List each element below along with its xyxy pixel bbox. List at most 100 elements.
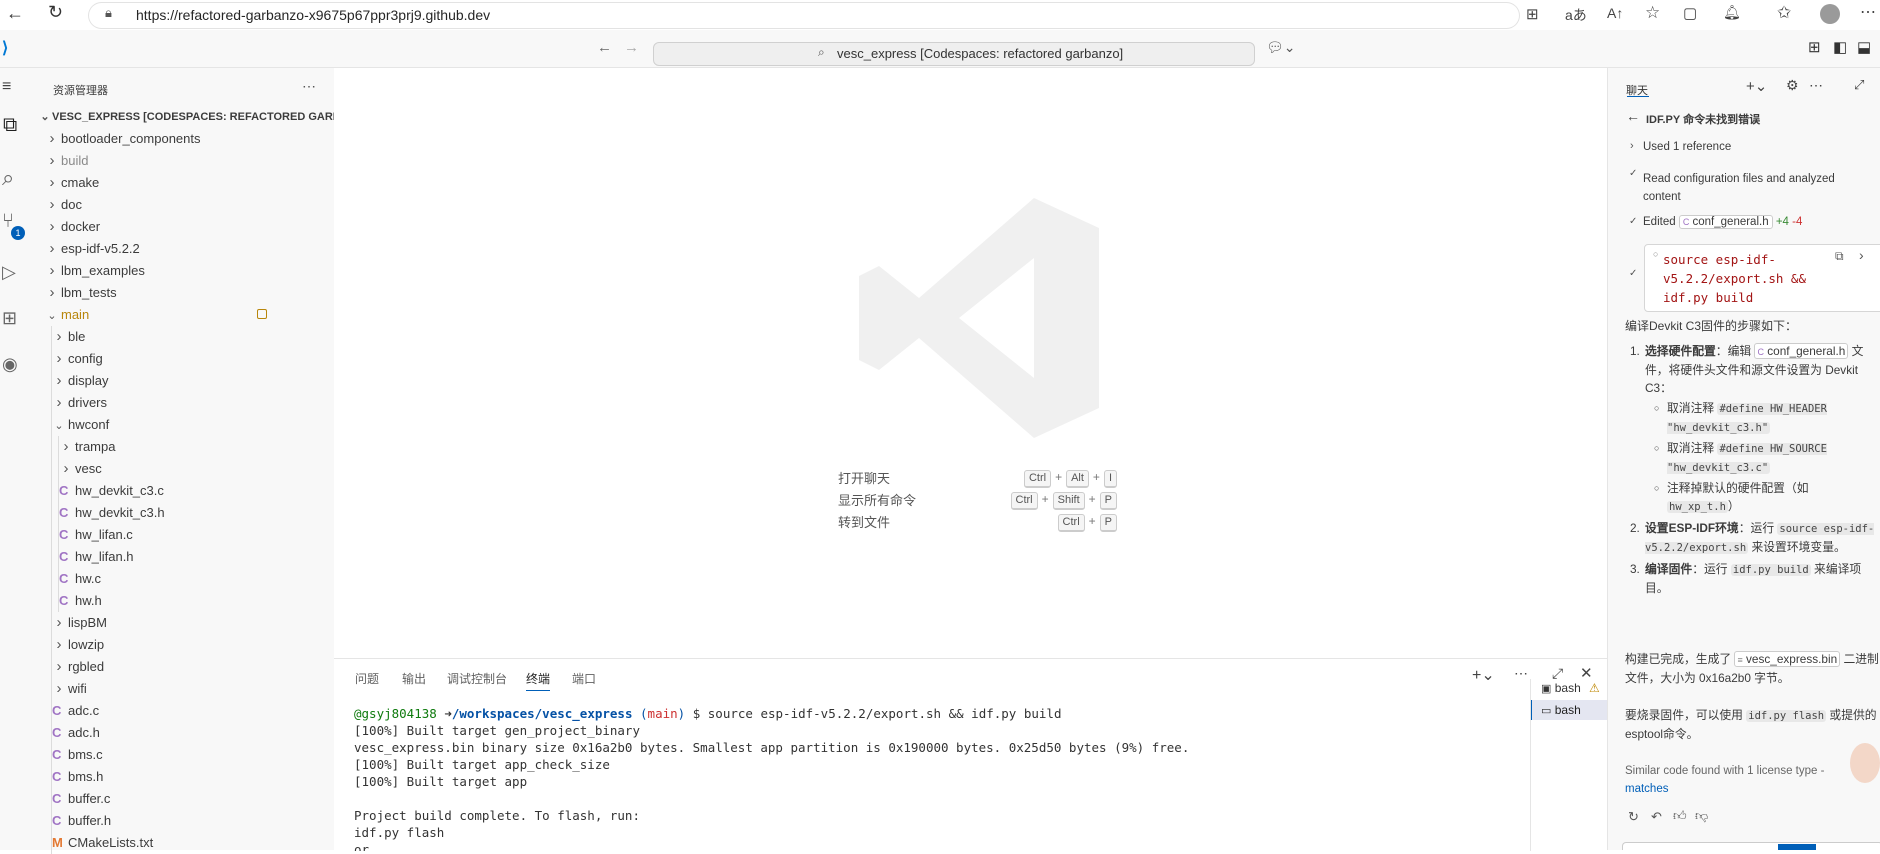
tree-item[interactable]: › build bbox=[38, 150, 334, 172]
vscode-logo-icon[interactable]: ⟩ bbox=[2, 38, 8, 58]
toggle-panel-icon[interactable]: ⬓ bbox=[1857, 38, 1871, 56]
chat-input-box[interactable] bbox=[1622, 842, 1880, 850]
explorer-root-folder[interactable]: ⌄ VESC_EXPRESS [CODESPACES: REFACTORED GA… bbox=[38, 106, 334, 128]
maximize-chat-icon[interactable]: ⤢ bbox=[1854, 77, 1864, 93]
tree-item[interactable]: › esp-idf-v5.2.2 bbox=[38, 238, 334, 260]
tree-item[interactable]: Cadc.h bbox=[38, 722, 334, 744]
conf-general-chip[interactable]: C conf_general.h bbox=[1754, 343, 1849, 359]
tree-item[interactable]: › trampa bbox=[38, 436, 334, 458]
tree-item[interactable]: › wifi bbox=[38, 678, 334, 700]
tree-item[interactable]: Chw_devkit_c3.h bbox=[38, 502, 334, 524]
chat-more-icon[interactable]: ⋯ bbox=[1809, 77, 1823, 94]
settings-gear-icon[interactable]: ⚙ bbox=[1786, 77, 1799, 94]
shortcut-row[interactable]: 显示所有命令 Ctrl + Shift + P bbox=[838, 490, 1118, 510]
tree-item[interactable]: ⌄ main bbox=[38, 304, 334, 326]
tree-item[interactable]: Cadc.c bbox=[38, 700, 334, 722]
used-reference[interactable]: Used 1 reference bbox=[1643, 141, 1731, 153]
tab-ports[interactable]: 端口 bbox=[572, 670, 596, 687]
tree-item[interactable]: › cmake bbox=[38, 172, 334, 194]
tree-item[interactable]: › lispBM bbox=[38, 612, 334, 634]
tree-item[interactable]: › lbm_examples bbox=[38, 260, 334, 282]
github-icon[interactable]: ◉ bbox=[2, 354, 18, 375]
search-view-icon[interactable]: ⌕ bbox=[2, 165, 14, 191]
tree-item[interactable]: Chw_devkit_c3.c bbox=[38, 480, 334, 502]
toggle-sidebar-icon[interactable]: ◧ bbox=[1833, 38, 1847, 56]
send-button[interactable] bbox=[1778, 844, 1816, 850]
thumbs-down-icon[interactable]: 👎︎ bbox=[1695, 808, 1708, 824]
menu-icon[interactable]: ≡ bbox=[2, 78, 11, 96]
tree-item[interactable]: Cbuffer.h bbox=[38, 810, 334, 832]
terminal-item-bash-2[interactable]: ▭ bash bbox=[1531, 700, 1609, 720]
terminal-item-bash-1[interactable]: ▣ bash ⚠ bbox=[1541, 681, 1607, 695]
matches-link[interactable]: matches bbox=[1625, 780, 1845, 798]
prompt-command: source esp-idf-v5.2.2/export.sh && idf.p… bbox=[707, 706, 1062, 721]
bin-file-chip[interactable]: ≡ vesc_express.bin bbox=[1734, 651, 1841, 667]
chevron-right-icon[interactable]: › bbox=[1630, 140, 1634, 152]
tree-item[interactable]: Chw.h bbox=[38, 590, 334, 612]
chevron-right-icon: › bbox=[56, 658, 62, 675]
tree-item[interactable]: › config bbox=[38, 348, 334, 370]
tree-item[interactable]: Chw_lifan.h bbox=[38, 546, 334, 568]
shortcut-row[interactable]: 打开聊天 Ctrl + Alt + I bbox=[838, 468, 1118, 488]
read-aloud-icon[interactable]: A↑ bbox=[1607, 5, 1623, 21]
extensions-icon[interactable]: ⊞ bbox=[2, 308, 17, 329]
undo-icon[interactable]: ↶ bbox=[1651, 809, 1662, 825]
favorites-icon[interactable]: ✩ bbox=[1777, 3, 1791, 23]
chat-back-arrow-icon[interactable]: ← bbox=[1626, 108, 1640, 124]
tree-item[interactable]: Cbms.c bbox=[38, 744, 334, 766]
favorite-star-icon[interactable]: ☆ bbox=[1645, 3, 1660, 23]
tab-output[interactable]: 输出 bbox=[402, 670, 426, 687]
nav-back-icon[interactable]: ← bbox=[597, 39, 612, 56]
edited-file-chip[interactable]: C conf_general.h bbox=[1678, 215, 1773, 229]
tab-debug-console[interactable]: 调试控制台 bbox=[447, 670, 507, 687]
tab-terminal[interactable]: 终端 bbox=[526, 670, 551, 691]
lock-icon[interactable]: 🔒︎ bbox=[105, 5, 112, 21]
notifications-bell-icon[interactable]: 🔔︎ bbox=[1723, 4, 1741, 21]
copilot-icon[interactable]: 💬︎⌄ bbox=[1266, 39, 1296, 56]
tree-item[interactable]: › doc bbox=[38, 194, 334, 216]
tree-item[interactable]: Cbuffer.c bbox=[38, 788, 334, 810]
back-icon[interactable]: ← bbox=[6, 3, 24, 24]
profile-avatar[interactable] bbox=[1820, 4, 1840, 24]
new-terminal-plus-icon[interactable]: +⌄ bbox=[1472, 665, 1495, 685]
tree-item[interactable]: › lbm_tests bbox=[38, 282, 334, 304]
tree-item[interactable]: › lowzip bbox=[38, 634, 334, 656]
panel-more-icon[interactable]: ⋯ bbox=[1514, 665, 1528, 682]
run-debug-icon[interactable]: ▷ bbox=[2, 262, 16, 283]
card-expand-chevron-icon[interactable]: › bbox=[1859, 247, 1864, 263]
tree-item[interactable]: › drivers bbox=[38, 392, 334, 414]
tree-item[interactable]: › rgbled bbox=[38, 656, 334, 678]
tree-item[interactable]: Chw.c bbox=[38, 568, 334, 590]
tree-item[interactable]: › vesc bbox=[38, 458, 334, 480]
c-file-icon: C bbox=[59, 549, 69, 564]
terminal-output[interactable]: [100%] Built target gen_project_binary ve… bbox=[334, 723, 1514, 851]
translate-icon[interactable]: aあ bbox=[1565, 5, 1587, 25]
tree-item[interactable]: M CMakeLists.txt bbox=[38, 832, 334, 854]
shortcut-row[interactable]: 转到文件 Ctrl + P bbox=[838, 512, 1118, 532]
indent-guide bbox=[51, 766, 52, 788]
tree-item[interactable]: Chw_lifan.c bbox=[38, 524, 334, 546]
tree-item[interactable]: ⌄ hwconf bbox=[38, 414, 334, 436]
tree-item[interactable]: Cbms.h bbox=[38, 766, 334, 788]
tree-item[interactable]: › bootloader_components bbox=[38, 128, 334, 150]
more-menu-icon[interactable]: ⋯ bbox=[1860, 2, 1876, 22]
build-complete-text: 构建已完成，生成了 ≡ vesc_express.bin 二进制文件，大小为 0… bbox=[1625, 650, 1880, 687]
app-available-icon[interactable]: ⊞ bbox=[1526, 5, 1539, 23]
terminal-command-card[interactable]: ○ source esp-idf-v5.2.2/export.sh && idf… bbox=[1644, 244, 1880, 312]
tree-item[interactable]: › display bbox=[38, 370, 334, 392]
explorer-files-icon[interactable]: ⧉ bbox=[3, 114, 17, 137]
refresh-icon[interactable]: ↻ bbox=[48, 2, 63, 23]
customize-layout-icon[interactable]: ⊞ bbox=[1808, 38, 1821, 56]
thumbs-up-icon[interactable]: 👍︎ bbox=[1673, 808, 1687, 824]
split-screen-icon[interactable]: ▢ bbox=[1683, 4, 1697, 22]
tab-problems[interactable]: 问题 bbox=[355, 670, 379, 687]
terminal-icon: ▣ bbox=[1541, 683, 1552, 695]
nav-forward-icon[interactable]: → bbox=[624, 39, 639, 56]
tree-item[interactable]: › ble bbox=[38, 326, 334, 348]
explorer-more-icon[interactable]: ⋯ bbox=[302, 78, 316, 95]
open-in-terminal-icon[interactable]: ⧉ bbox=[1835, 249, 1844, 264]
new-chat-plus-icon[interactable]: +⌄ bbox=[1746, 77, 1767, 95]
tree-item[interactable]: › docker bbox=[38, 216, 334, 238]
retry-icon[interactable]: ↻ bbox=[1628, 809, 1639, 825]
chat-thread-title: IDF.PY 命令未找到错误 bbox=[1646, 114, 1761, 126]
